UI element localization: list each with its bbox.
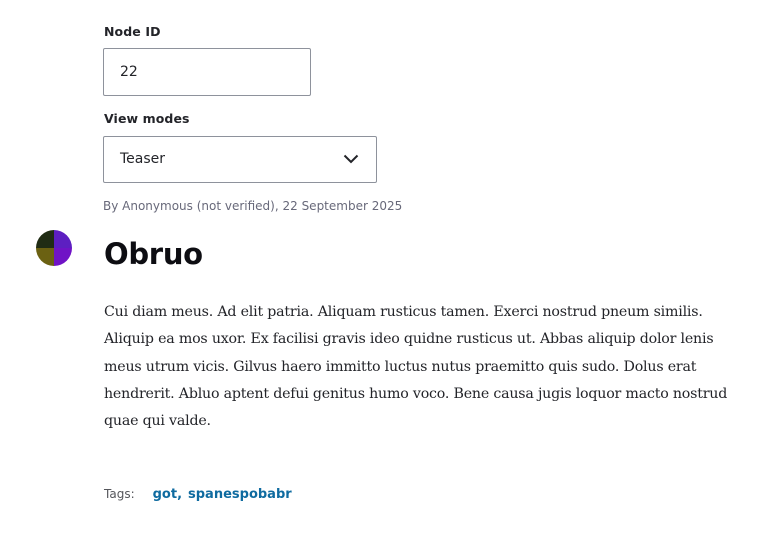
tags-label: Tags:: [104, 487, 135, 501]
article-title[interactable]: Obruo: [104, 233, 203, 275]
tag-link-got[interactable]: got: [153, 487, 177, 502]
tag-separator: ,: [177, 487, 183, 502]
node-id-input[interactable]: [103, 48, 311, 96]
article-body: Cui diam meus. Ad elit patria. Aliquam r…: [104, 304, 728, 430]
view-modes-selected-value: Teaser: [120, 151, 166, 167]
view-modes-label: View modes: [104, 111, 190, 126]
submitted-info: By Anonymous (not verified), 22 Septembe…: [103, 199, 403, 213]
tags: Tags: got , spanespobabr: [104, 487, 292, 502]
view-modes-select[interactable]: Teaser: [103, 136, 377, 183]
node-id-label: Node ID: [104, 24, 161, 39]
avatar: [36, 230, 72, 266]
tag-link-spanespobabr[interactable]: spanespobabr: [188, 487, 292, 502]
chevron-down-icon: [343, 154, 359, 164]
